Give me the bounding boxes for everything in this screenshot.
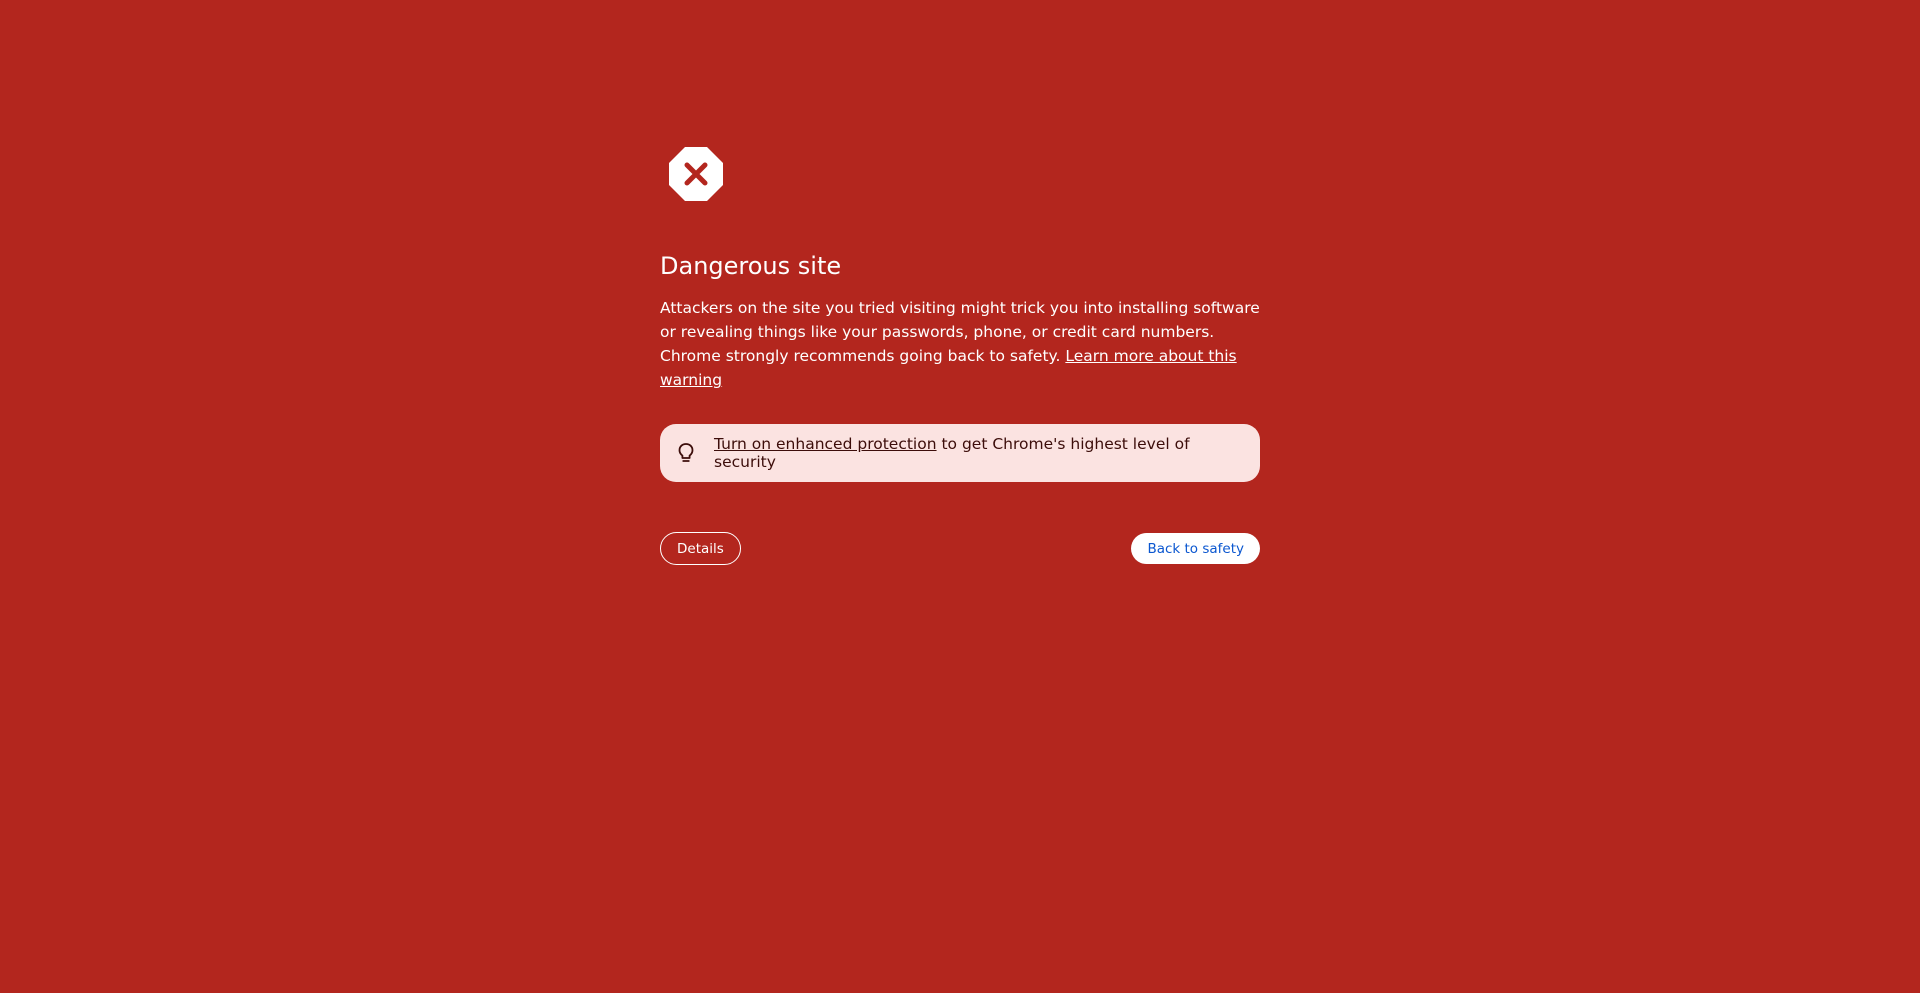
enhanced-protection-link[interactable]: Turn on enhanced protection: [714, 435, 937, 453]
back-to-safety-button[interactable]: Back to safety: [1131, 533, 1260, 564]
page-title: Dangerous site: [660, 252, 842, 280]
lightbulb-icon: [678, 443, 694, 462]
details-button[interactable]: Details: [660, 532, 741, 565]
stop-x-icon: [669, 147, 723, 201]
enhanced-protection-promo: Turn on enhanced protection to get Chrom…: [660, 424, 1260, 482]
promo-text: Turn on enhanced protection to get Chrom…: [714, 435, 1244, 471]
button-row: Details Back to safety: [660, 532, 1260, 565]
interstitial-container: Dangerous site Attackers on the site you…: [660, 146, 1260, 565]
warning-description: Attackers on the site you tried visiting…: [660, 296, 1260, 392]
